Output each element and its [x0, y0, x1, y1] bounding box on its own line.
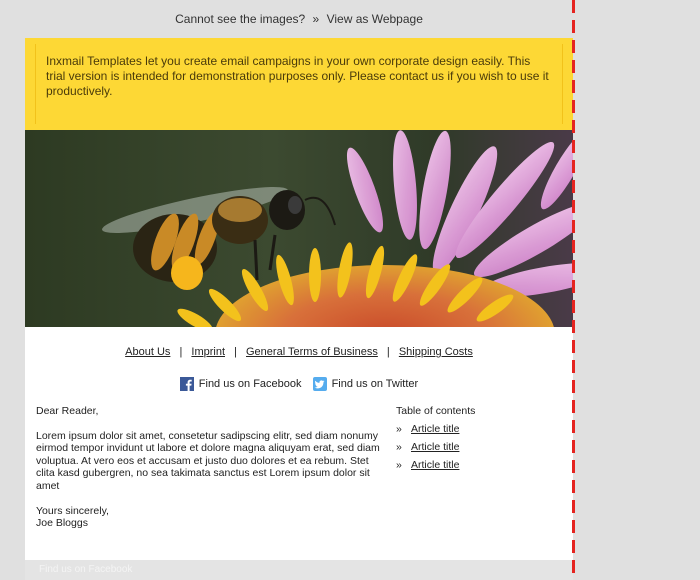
table-of-contents: Table of contents » Article title » Arti… [396, 405, 566, 477]
nav-link-about-us[interactable]: About Us [125, 346, 170, 358]
footer-nav: About Us | Imprint | General Terms of Bu… [25, 346, 573, 358]
dashed-guide-line [572, 0, 575, 580]
signature: Joe Bloggs [36, 517, 88, 530]
nav-separator: | [179, 346, 183, 358]
toc-article-link-1[interactable]: Article title [411, 423, 459, 435]
toc-bullet: » [396, 459, 402, 471]
twitter-icon [312, 377, 327, 391]
nav-link-terms[interactable]: General Terms of Business [246, 346, 378, 358]
twitter-link-label: Find us on Twitter [331, 378, 419, 390]
body-paragraph: Lorem ipsum dolor sit amet, consetetur s… [36, 429, 380, 492]
toc-item: » Article title [396, 441, 566, 453]
toc-title: Table of contents [396, 405, 476, 417]
cannot-see-images-text: Cannot see the images? [175, 12, 306, 26]
social-links: Find us on Facebook Find us on Twitter [25, 377, 573, 394]
trial-notice-text: Inxmail Templates let you create email c… [35, 44, 563, 124]
stage: Cannot see the images? » View as Webpage… [0, 0, 700, 580]
nav-separator: | [234, 346, 237, 358]
twitter-link[interactable]: Find us on Twitter [312, 377, 419, 391]
nav-separator: | [386, 346, 390, 358]
greeting: Dear Reader, [36, 405, 99, 417]
facebook-icon [179, 377, 194, 391]
letter-body: Dear Reader, Lorem ipsum dolor sit amet,… [36, 405, 381, 530]
nav-link-imprint[interactable]: Imprint [191, 346, 225, 358]
closing: Yours sincerely, [36, 504, 109, 517]
toc-bullet: » [396, 423, 402, 435]
footer-strip: Find us on Facebook [25, 560, 573, 580]
view-online-bar: Cannot see the images? » View as Webpage [25, 6, 573, 32]
email-body: Inxmail Templates let you create email c… [25, 38, 573, 560]
hero-image [25, 130, 573, 327]
toc-item: » Article title [396, 459, 566, 471]
separator-glyph: » [312, 12, 320, 26]
toc-bullet: » [396, 441, 402, 453]
facebook-link[interactable]: Find us on Facebook [179, 377, 302, 391]
nav-link-shipping-costs[interactable]: Shipping Costs [399, 346, 473, 358]
toc-article-link-2[interactable]: Article title [411, 441, 459, 453]
toc-item: » Article title [396, 423, 566, 435]
view-as-webpage-link[interactable]: View as Webpage [327, 12, 423, 26]
facebook-link-label: Find us on Facebook [198, 378, 302, 390]
toc-article-link-3[interactable]: Article title [411, 459, 459, 471]
trial-notice-banner: Inxmail Templates let you create email c… [25, 38, 573, 130]
bee-on-flower-image [25, 130, 573, 327]
